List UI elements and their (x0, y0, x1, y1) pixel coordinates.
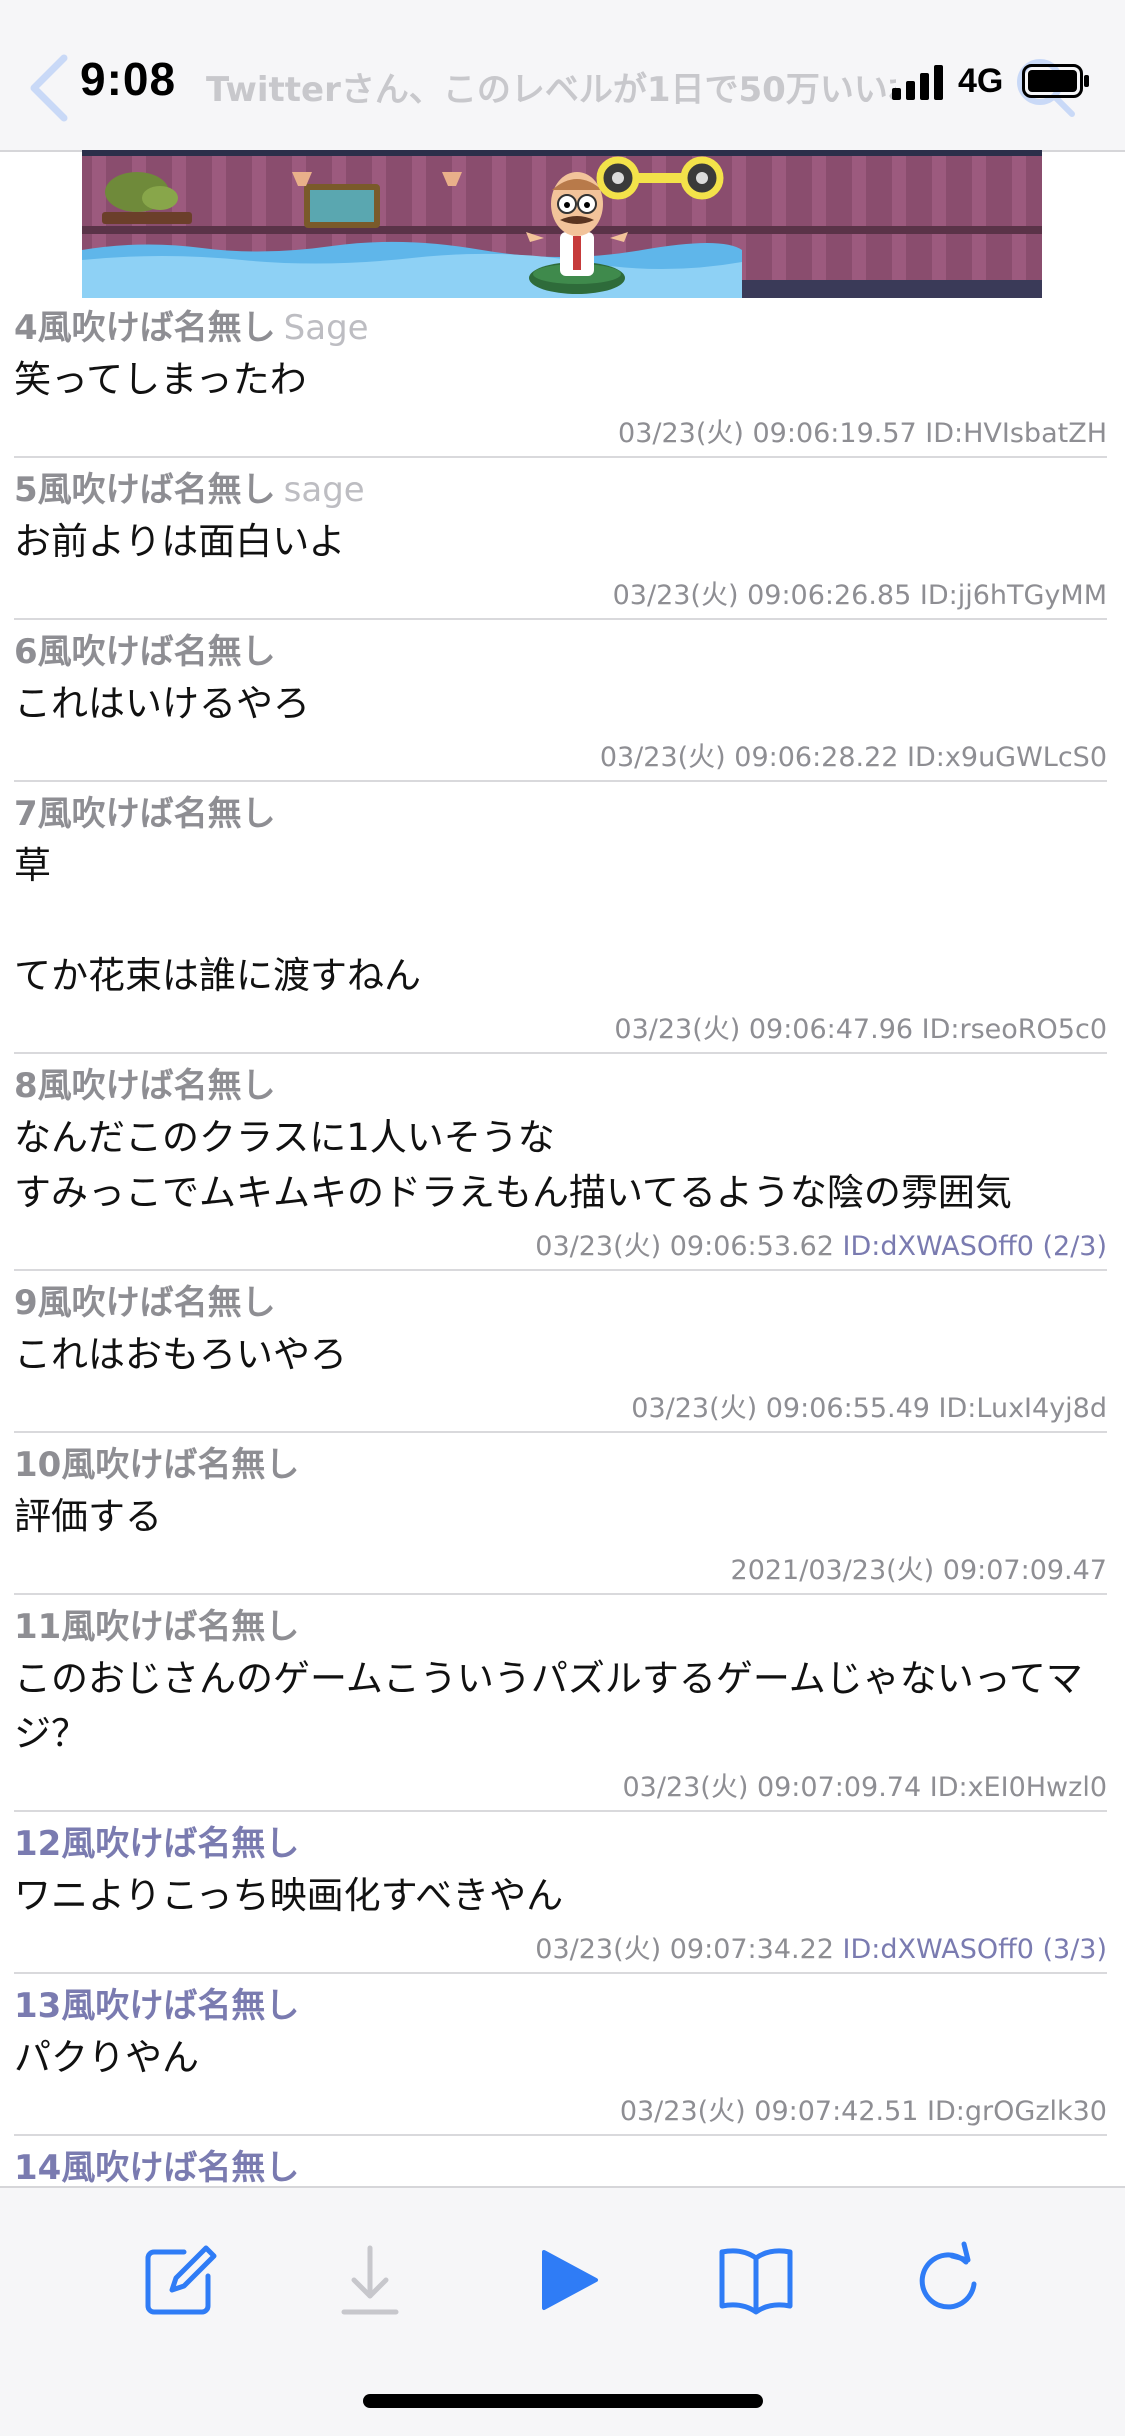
book-icon[interactable] (716, 2240, 796, 2320)
post-number[interactable]: 12 (14, 1824, 61, 1864)
poster-name: 風吹けば名無し (61, 1607, 300, 1647)
post-item[interactable]: 4風吹けば名無し Sage 笑ってしまったわ 03/23(火) 09:06:19.57… (14, 296, 1107, 458)
post-date-id: 03/23(火) 09:06:28.22 ID:x9uGWLcS0 (599, 742, 1107, 773)
poster-name: 風吹けば名無し (37, 470, 276, 510)
poster-name: 風吹けば名無し (37, 1283, 276, 1323)
thread-title: Twitterさん、このレベルが1日で50万いいね (206, 70, 896, 110)
poster-name: 風吹けば名無し (61, 1986, 300, 2026)
post-number[interactable]: 8 (14, 1066, 38, 1106)
post-meta: 03/23(火) 09:06:53.62 ID:dXWASOff0 (2/3) (14, 1220, 1107, 1269)
download-icon (341, 2245, 399, 2315)
battery-icon (1022, 64, 1089, 98)
navigation-bar: Twitterさん、このレベルが1日で50万いいね 9:08 4G (0, 0, 1125, 152)
post-header: 10風吹けば名無し (14, 1433, 1107, 1485)
post-number[interactable]: 5 (14, 470, 38, 510)
cellular-signal-icon (892, 65, 943, 100)
post-body: ワニよりこっち映画化すべきやん (14, 1874, 564, 1917)
post-date-id: 03/23(火) 09:06:47.96 ID:rseoRO5c0 (614, 1014, 1107, 1045)
post-body: お前よりは面白いよ (14, 520, 346, 563)
poster-id-link[interactable]: ID:dXWASOff0 (2/3) (843, 1231, 1107, 1262)
post-meta: 2021/03/23(火) 09:07:09.47 (14, 1544, 1107, 1593)
poster-mail: sage (283, 470, 365, 510)
post-number[interactable]: 13 (14, 1986, 61, 2026)
post-meta: 03/23(火) 09:06:47.96 ID:rseoRO5c0 (14, 1003, 1107, 1052)
post-body: パクりやん (14, 2036, 199, 2079)
reload-icon[interactable] (908, 2240, 988, 2320)
post-item[interactable]: 7風吹けば名無し草 てか花束は誰に渡すねん 03/23(火) 09:06:47.9… (14, 782, 1107, 1054)
status-time: 9:08 (80, 53, 177, 105)
post-item[interactable]: 6風吹けば名無しこれはいけるやろ 03/23(火) 09:06:28.22 ID:… (14, 620, 1107, 782)
post-header: 7風吹けば名無し (14, 782, 1107, 834)
poster-name: 風吹けば名無し (37, 632, 276, 672)
poster-name: 風吹けば名無し (61, 1445, 300, 1485)
post-item[interactable]: 12風吹けば名無しワニよりこっち映画化すべきやん 03/23(火) 09:07:3… (14, 1812, 1107, 1974)
post-header: 5風吹けば名無し sage (14, 458, 1107, 510)
post-item[interactable]: 9風吹けば名無しこれはおもろいやろ 03/23(火) 09:06:55.49 ID… (14, 1271, 1107, 1433)
post-body: 草 てか花束は誰に渡すねん (14, 844, 421, 997)
post-header: 6風吹けば名無し (14, 620, 1107, 672)
post-number[interactable]: 7 (14, 794, 38, 834)
post-meta: 03/23(火) 09:06:55.49 ID:LuxI4yj8d (14, 1382, 1107, 1431)
post-body: このおじさんのゲームこういうパズルするゲームじゃないってマジ？ (14, 1657, 1083, 1755)
poster-name: 風吹けば名無し (37, 794, 276, 834)
post-body: 評価する (14, 1495, 162, 1538)
poster-name: 風吹けば名無し (61, 1824, 300, 1864)
home-indicator (363, 2394, 763, 2408)
poster-mail: Sage (283, 308, 369, 348)
post-date-id: 03/23(火) 09:07:42.51 ID:grOGzlk30 (619, 2096, 1107, 2127)
post-date-id: 03/23(火) 09:06:26.85 ID:jj6hTGyMM (612, 580, 1107, 611)
poster-id-link[interactable]: ID:dXWASOff0 (3/3) (843, 1934, 1107, 1965)
post-number[interactable]: 10 (14, 1445, 61, 1485)
post-date-id: 03/23(火) 09:06:55.49 ID:LuxI4yj8d (631, 1393, 1107, 1424)
post-header: 13風吹けば名無し (14, 1974, 1107, 2026)
post-number[interactable]: 11 (14, 1607, 61, 1647)
play-icon[interactable] (528, 2240, 608, 2320)
post-meta: 03/23(火) 09:07:09.74 ID:xEI0Hwzl0 (14, 1761, 1107, 1810)
post-date-id: 03/23(火) 09:06:53.62 (535, 1231, 834, 1262)
post-meta: 03/23(火) 09:07:42.51 ID:grOGzlk30 (14, 2085, 1107, 2134)
game-screenshot-image[interactable] (82, 150, 1042, 298)
poster-name: 風吹けば名無し (37, 308, 276, 348)
poster-name: 風吹けば名無し (37, 1066, 276, 1106)
back-chevron-icon[interactable] (20, 48, 80, 128)
post-date-id: 03/23(火) 09:07:09.74 ID:xEI0Hwzl0 (622, 1772, 1107, 1803)
compose-icon[interactable] (140, 2240, 220, 2320)
post-meta: 03/23(火) 09:07:34.22 ID:dXWASOff0 (3/3) (14, 1923, 1107, 1972)
post-number[interactable]: 9 (14, 1283, 38, 1323)
post-list: 4風吹けば名無し Sage 笑ってしまったわ 03/23(火) 09:06:19.57… (0, 296, 1125, 2298)
post-item[interactable]: 10風吹けば名無し評価する 2021/03/23(火) 09:07:09.47 (14, 1433, 1107, 1595)
post-header: 4風吹けば名無し Sage (14, 296, 1107, 348)
post-item[interactable]: 11風吹けば名無しこのおじさんのゲームこういうパズルするゲームじゃないってマジ？… (14, 1595, 1107, 1812)
poster-name: 風吹けば名無し (61, 2148, 300, 2188)
post-item[interactable]: 8風吹けば名無しなんだこのクラスに1人いそうな すみっこでムキムキのドラえもん描… (14, 1054, 1107, 1271)
post-header: 14風吹けば名無し (14, 2136, 1107, 2188)
post-meta: 03/23(火) 09:06:28.22 ID:x9uGWLcS0 (14, 731, 1107, 780)
post-item[interactable]: 13風吹けば名無しパクりやん 03/23(火) 09:07:42.51 ID:gr… (14, 1974, 1107, 2136)
post-meta: 03/23(火) 09:06:19.57 ID:HVIsbatZH (14, 407, 1107, 456)
post-body: なんだこのクラスに1人いそうな すみっこでムキムキのドラえもん描いてるような陰の… (14, 1116, 1012, 1214)
post-body: 笑ってしまったわ (14, 358, 307, 401)
post-header: 12風吹けば名無し (14, 1812, 1107, 1864)
post-item[interactable]: 5風吹けば名無し sage お前よりは面白いよ 03/23(火) 09:06:26.8… (14, 458, 1107, 620)
post-body: これはおもろいやろ (14, 1333, 347, 1376)
post-number[interactable]: 4 (14, 308, 38, 348)
post-date-id: 2021/03/23(火) 09:07:09.47 (730, 1555, 1107, 1586)
post-body: これはいけるやろ (14, 682, 310, 725)
post-date-id: 03/23(火) 09:07:34.22 (535, 1934, 834, 1965)
post-meta: 03/23(火) 09:06:26.85 ID:jj6hTGyMM (14, 569, 1107, 618)
post-number[interactable]: 6 (14, 632, 38, 672)
network-type: 4G (958, 62, 1004, 100)
post-header: 11風吹けば名無し (14, 1595, 1107, 1647)
post-number[interactable]: 14 (14, 2148, 61, 2188)
post-header: 8風吹けば名無し (14, 1054, 1107, 1106)
post-header: 9風吹けば名無し (14, 1271, 1107, 1323)
post-date-id: 03/23(火) 09:06:19.57 ID:HVIsbatZH (618, 418, 1107, 449)
